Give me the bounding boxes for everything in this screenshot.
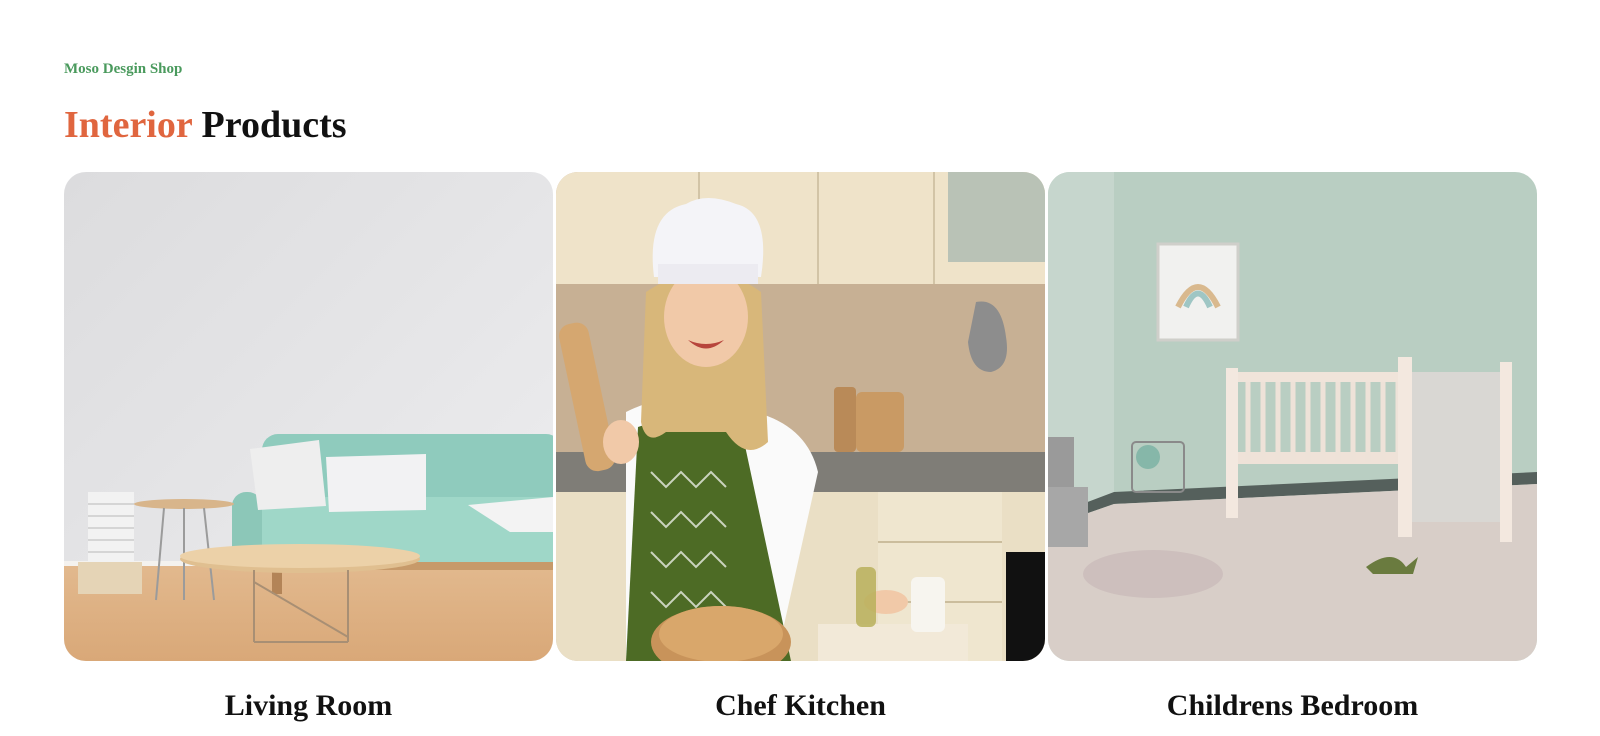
section-title: Interior Products: [64, 101, 347, 149]
product-name-childrens-bedroom[interactable]: Childrens Bedroom: [1048, 688, 1537, 724]
product-card-chef-kitchen[interactable]: [556, 172, 1045, 661]
product-name-chef-kitchen[interactable]: Chef Kitchen: [556, 688, 1045, 724]
section-title-accent: Interior: [64, 104, 193, 146]
product-name-living-room[interactable]: Living Room: [64, 688, 553, 724]
products-section: Moso Desgin Shop Interior Products Livin…: [0, 0, 1600, 736]
shop-name-label: Moso Desgin Shop: [64, 61, 183, 77]
product-card-childrens-bedroom[interactable]: [1048, 172, 1537, 661]
living-room-photo: [64, 172, 553, 661]
section-title-rest: Products: [192, 104, 347, 146]
product-card-living-room[interactable]: [64, 172, 553, 661]
chef-kitchen-photo: [556, 172, 1045, 661]
childrens-bedroom-photo: [1048, 172, 1537, 661]
